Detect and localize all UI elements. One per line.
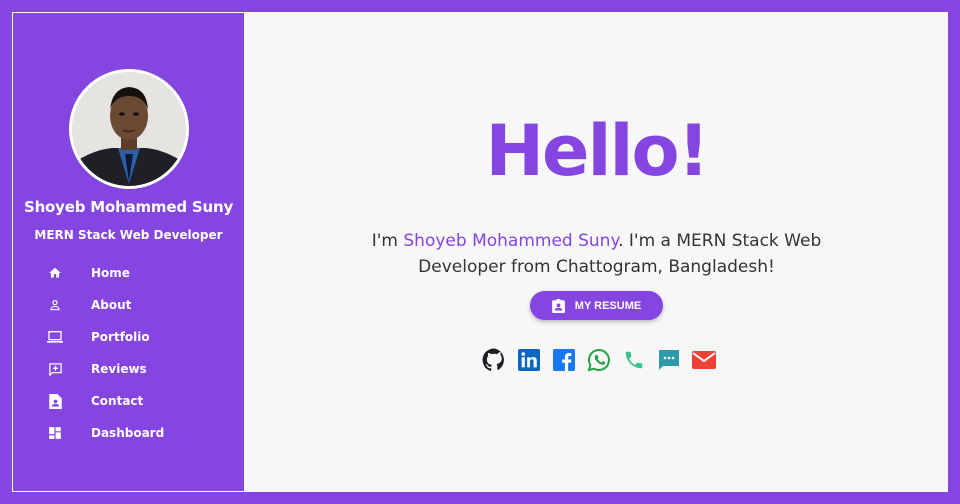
add-review-icon bbox=[47, 361, 63, 377]
avatar bbox=[69, 69, 189, 189]
profile-name: Shoyeb Mohammed Suny bbox=[23, 198, 234, 216]
home-icon bbox=[47, 265, 63, 281]
profile-role: MERN Stack Web Developer bbox=[34, 228, 223, 242]
id-badge-icon bbox=[551, 298, 565, 313]
sidebar-item-reviews[interactable]: Reviews bbox=[13, 353, 244, 385]
resume-button[interactable]: MY RESUME bbox=[530, 291, 663, 320]
social-links bbox=[481, 347, 716, 372]
sidebar-item-label: Reviews bbox=[91, 362, 147, 376]
hero-intro: I'm Shoyeb Mohammed Suny. I'm a MERN Sta… bbox=[335, 228, 858, 280]
sidebar-item-label: Portfolio bbox=[91, 330, 150, 344]
contact-file-icon bbox=[47, 393, 63, 409]
sidebar-item-about[interactable]: About bbox=[13, 289, 244, 321]
whatsapp-icon[interactable] bbox=[586, 347, 611, 372]
github-icon[interactable] bbox=[481, 347, 506, 372]
sidebar-item-dashboard[interactable]: Dashboard bbox=[13, 417, 244, 449]
sidebar-item-label: About bbox=[91, 298, 132, 312]
sidebar-item-label: Contact bbox=[91, 394, 144, 408]
laptop-icon bbox=[47, 329, 63, 345]
sidebar-item-contact[interactable]: Contact bbox=[13, 385, 244, 417]
person-icon bbox=[47, 297, 63, 313]
phone-icon[interactable] bbox=[621, 347, 646, 372]
sidebar: Shoyeb Mohammed Suny MERN Stack Web Deve… bbox=[12, 12, 245, 492]
hero-greeting: Hello! bbox=[485, 110, 709, 192]
sidebar-nav: Home About Portfolio Reviews Contact Das… bbox=[13, 257, 244, 449]
sms-icon[interactable] bbox=[656, 347, 681, 372]
resume-button-label: MY RESUME bbox=[574, 299, 642, 312]
main-content: Hello! I'm Shoyeb Mohammed Suny. I'm a M… bbox=[245, 12, 948, 492]
page-frame: Shoyeb Mohammed Suny MERN Stack Web Deve… bbox=[12, 12, 948, 492]
sidebar-item-label: Dashboard bbox=[91, 426, 165, 440]
facebook-icon[interactable] bbox=[551, 347, 576, 372]
dashboard-icon bbox=[47, 425, 63, 441]
sidebar-item-home[interactable]: Home bbox=[13, 257, 244, 289]
linkedin-icon[interactable] bbox=[516, 347, 541, 372]
intro-prefix: I'm bbox=[371, 231, 404, 251]
sidebar-item-portfolio[interactable]: Portfolio bbox=[13, 321, 244, 353]
email-icon[interactable] bbox=[691, 347, 716, 372]
sidebar-item-label: Home bbox=[91, 266, 130, 280]
intro-name: Shoyeb Mohammed Suny bbox=[403, 231, 619, 251]
